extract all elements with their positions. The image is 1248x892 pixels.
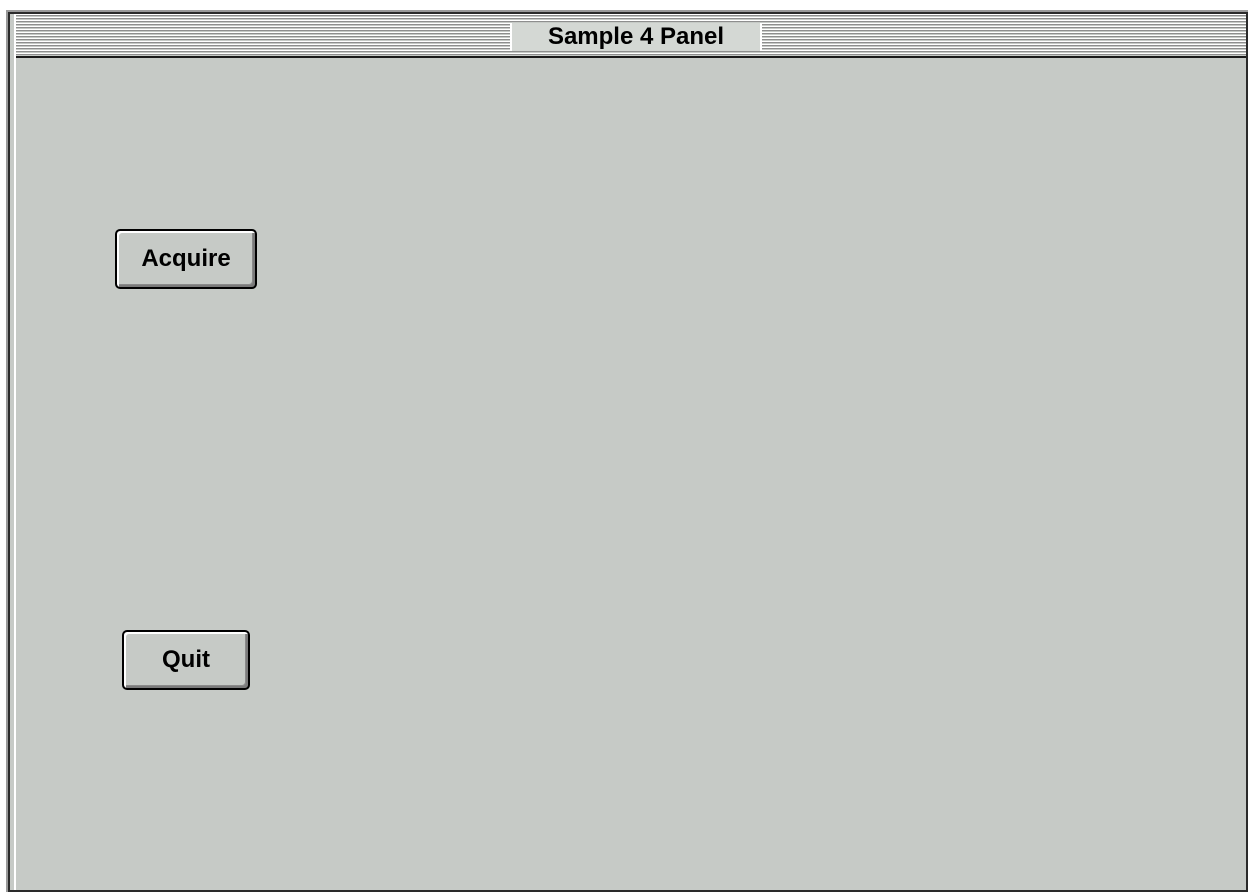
panel-body: Acquire Quit [16,58,1246,890]
acquire-button[interactable]: Acquire [115,229,257,289]
panel-window: Sample 4 Panel Acquire Quit [6,10,1248,892]
quit-button[interactable]: Quit [122,630,250,690]
window-title: Sample 4 Panel [510,23,762,51]
title-bar[interactable]: Sample 4 Panel [16,14,1246,58]
